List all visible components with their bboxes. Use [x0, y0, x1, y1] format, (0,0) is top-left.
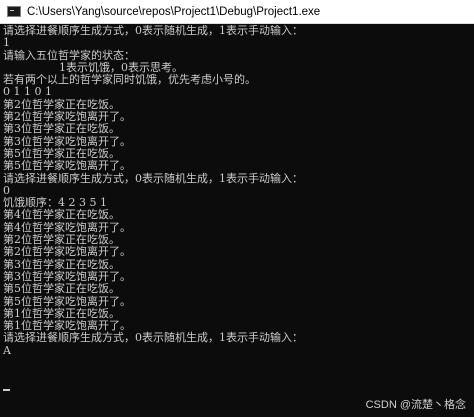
console-line: 若有两个以上的哲学家同时饥饿，优先考虑小号的。: [3, 73, 256, 87]
watermark: CSDN @流楚丶格念: [365, 399, 466, 411]
console-line: 第5位哲学家吃饱离开了。: [3, 294, 131, 308]
console-line: 请选择进餐顺序生成方式，0表示随机生成，1表示手动输入：: [3, 25, 303, 37]
text-cursor: [3, 389, 10, 391]
console-line: 1: [3, 36, 10, 50]
console-line: A: [3, 343, 11, 357]
console-window-icon: [7, 6, 21, 17]
console-window: C:\Users\Yang\source\repos\Project1\Debu…: [0, 0, 474, 417]
console-line: 0 1 1 0 1: [3, 85, 52, 99]
window-title: C:\Users\Yang\source\repos\Project1\Debu…: [27, 5, 321, 18]
console-output[interactable]: 请选择进餐顺序生成方式，0表示随机生成，1表示手动输入： 1 请输入五位哲学家的…: [3, 25, 474, 417]
console-line: 第3位哲学家正在吃饭。: [3, 122, 120, 136]
title-bar[interactable]: C:\Users\Yang\source\repos\Project1\Debu…: [0, 0, 474, 24]
console-line: 第5位哲学家吃饱离开了。: [3, 159, 131, 173]
console-line: 第2位哲学家吃饱离开了。: [3, 245, 131, 259]
console-line: 第4位哲学家正在吃饭。: [3, 208, 120, 222]
console-line: 第5位哲学家正在吃饭。: [3, 282, 120, 296]
console-line: 请选择进餐顺序生成方式，0表示随机生成，1表示手动输入：: [3, 331, 303, 345]
console-line: 请选择进餐顺序生成方式，0表示随机生成，1表示手动输入：: [3, 171, 303, 185]
